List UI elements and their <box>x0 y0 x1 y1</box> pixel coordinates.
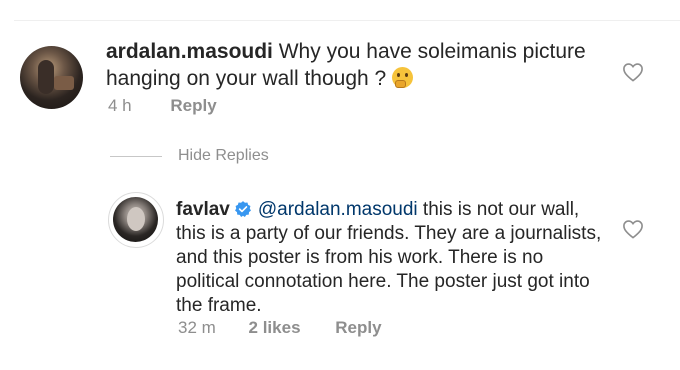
avatar-figure <box>38 60 54 94</box>
reply-meta: 32 m 2 likes Reply <box>178 318 382 338</box>
hide-replies-line <box>110 156 162 157</box>
reply-body: favlav @ardalan.masoudi this is not our … <box>176 198 606 318</box>
thinking-face-emoji <box>392 67 414 88</box>
heart-outline-icon[interactable] <box>622 219 644 239</box>
reply-time: 32 m <box>178 318 216 337</box>
hide-replies-button[interactable]: Hide Replies <box>178 147 269 165</box>
avatar[interactable] <box>20 46 83 109</box>
reply-button[interactable]: Reply <box>335 318 381 337</box>
comment-meta: 4 h Reply <box>108 96 217 116</box>
top-divider <box>14 20 680 21</box>
avatar-face <box>127 207 145 231</box>
verified-badge-icon <box>234 201 251 217</box>
comment-time: 4 h <box>108 96 132 115</box>
reply-button[interactable]: Reply <box>170 96 216 115</box>
reply-username[interactable]: favlav <box>176 199 230 220</box>
heart-outline-icon[interactable] <box>622 62 644 82</box>
avatar-figure-detail <box>54 76 74 90</box>
comment-username[interactable]: ardalan.masoudi <box>106 40 273 63</box>
mention-link[interactable]: @ardalan.masoudi <box>258 199 418 220</box>
likes-count[interactable]: 2 likes <box>249 318 301 337</box>
comment-body: ardalan.masoudi Why you have soleimanis … <box>106 38 606 92</box>
avatar[interactable] <box>113 197 158 242</box>
